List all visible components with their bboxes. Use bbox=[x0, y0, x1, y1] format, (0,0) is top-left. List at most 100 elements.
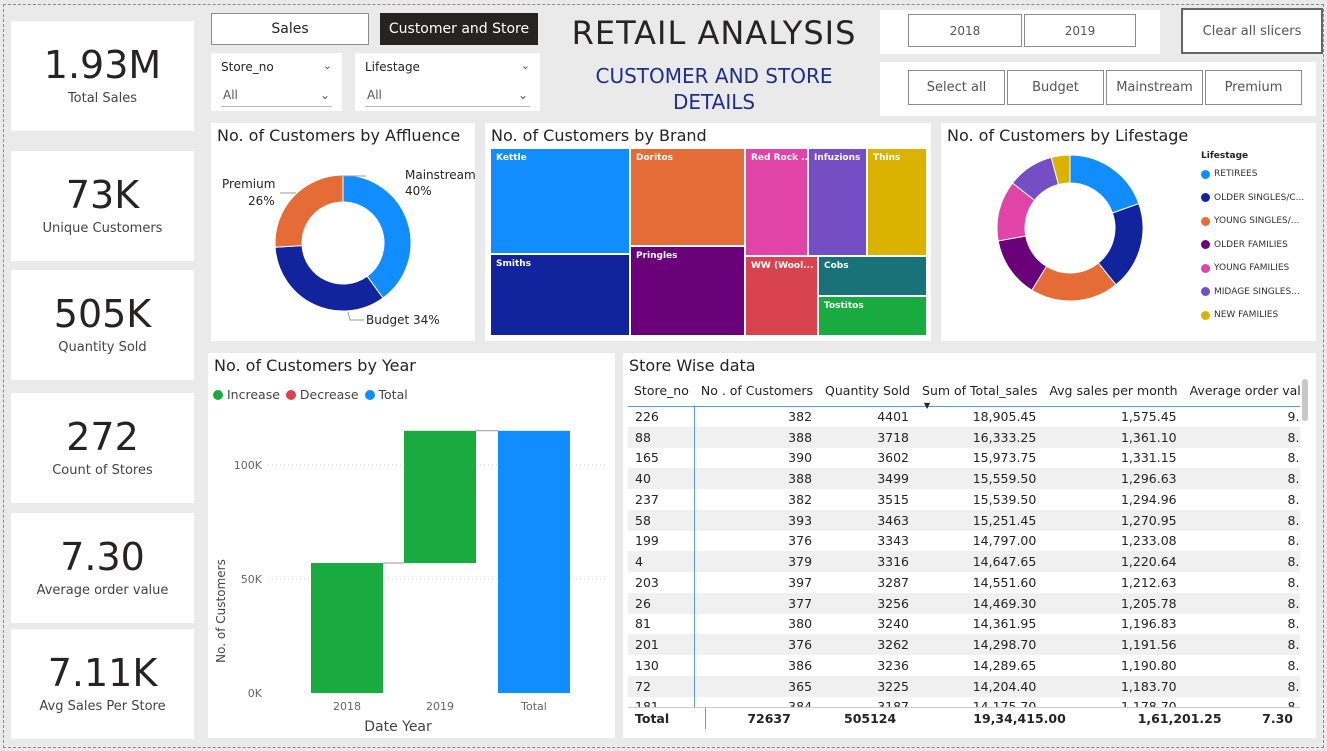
legend-color-icon bbox=[1201, 287, 1210, 296]
table-cell: 14,361.95 bbox=[972, 616, 1037, 632]
slicer-title: Lifestage bbox=[365, 60, 420, 74]
store-no-dropdown[interactable]: All ⌄ bbox=[221, 83, 332, 107]
sort-descending-icon: ▼ bbox=[924, 400, 931, 410]
legend-color-icon bbox=[1201, 193, 1210, 202]
total-cell: 1,61,201.25 bbox=[1072, 708, 1229, 729]
legend-item[interactable]: RETIREES bbox=[1201, 169, 1257, 179]
column-header[interactable]: Quantity Sold bbox=[819, 376, 916, 406]
legend-color-icon bbox=[1201, 169, 1210, 179]
table-cell: 72 bbox=[628, 675, 696, 697]
treemap-tile-cobs[interactable]: Cobs bbox=[819, 257, 926, 295]
table-cell: 377 bbox=[694, 592, 820, 614]
table-row[interactable]: 199 376 3343 14,797.00 1,233.08 8.77 bbox=[628, 530, 1300, 552]
affluence-donut-visual[interactable]: No. of Customers by Affluence Mainstream… bbox=[211, 123, 476, 341]
affluence-slice[interactable] bbox=[274, 245, 384, 312]
sales-page-button[interactable]: Sales bbox=[211, 13, 369, 45]
lifestage-donut-visual[interactable]: No. of Customers by Lifestage Lifestage … bbox=[941, 123, 1316, 341]
waterfall-bar[interactable] bbox=[404, 430, 476, 564]
treemap-tile-ww[interactable]: WW (Wool... bbox=[746, 257, 817, 335]
table-row[interactable]: 40388349915,559.501,296.638.82 bbox=[628, 468, 1300, 489]
chevron-down-icon: ⌄ bbox=[319, 87, 330, 102]
treemap-tile-tostitos[interactable]: Tostitos bbox=[819, 297, 926, 335]
table-row[interactable]: 237 382 3515 15,539.50 1,294.96 8.71 bbox=[628, 489, 1300, 510]
table-row[interactable]: 4379331614,647.651,220.648.73 bbox=[628, 551, 1300, 572]
table-cell: 1,233.08 bbox=[1120, 533, 1177, 549]
kpi-average-order-value[interactable]: 7.30 Average order value bbox=[11, 513, 194, 623]
x-tick-label: 2018 bbox=[333, 700, 361, 713]
chevron-down-icon[interactable]: ⌄ bbox=[521, 59, 530, 72]
customer-store-page-button[interactable]: Customer and Store bbox=[380, 13, 538, 45]
treemap-tile-infuzions[interactable]: Infuzions bbox=[809, 149, 866, 255]
lifestage-dropdown[interactable]: All ⌄ bbox=[365, 83, 530, 107]
table-cell: 14,797.00 bbox=[972, 533, 1037, 549]
affluence-slice[interactable] bbox=[274, 174, 344, 248]
mainstream-button[interactable]: Mainstream bbox=[1106, 70, 1203, 105]
table-row[interactable]: 201376326214,298.701,191.568.64 bbox=[628, 634, 1300, 655]
brand-treemap-visual[interactable]: No. of Customers by Brand Kettle Smiths … bbox=[485, 123, 931, 341]
table-row[interactable]: 203 397 3287 14,551.60 1,212.63 8.76 bbox=[628, 572, 1300, 593]
treemap-tile-thins[interactable]: Thins bbox=[868, 149, 926, 255]
table-row[interactable]: 165 390 3602 15,973.75 1,331.15 8.78 bbox=[628, 447, 1300, 469]
year-2019-button[interactable]: 2019 bbox=[1024, 14, 1136, 47]
legend-item[interactable]: YOUNG SINGLES/... bbox=[1201, 216, 1299, 226]
store-table-visual[interactable]: Store Wise data Store_no No . of Custome… bbox=[623, 353, 1316, 738]
x-tick-label: Total bbox=[520, 700, 547, 713]
table-row[interactable]: 226 382 4401 18,905.45 1,575.45 9.35 bbox=[628, 406, 1300, 427]
table-cell: 3602 bbox=[877, 450, 910, 466]
chevron-down-icon[interactable]: ⌄ bbox=[323, 59, 332, 72]
legend-item[interactable]: OLDER FAMILIES bbox=[1201, 240, 1288, 250]
treemap-tile-smiths[interactable]: Smiths bbox=[491, 255, 629, 335]
kpi-label: Total Sales bbox=[67, 91, 138, 107]
kpi-quantity-sold[interactable]: 505K Quantity Sold bbox=[11, 270, 194, 380]
year-2018-button[interactable]: 2018 bbox=[908, 14, 1022, 47]
legend-item[interactable]: NEW FAMILIES bbox=[1201, 310, 1278, 320]
treemap-tile-kettle[interactable]: Kettle bbox=[491, 149, 629, 253]
column-header-sorted[interactable]: Sum of Total_sales ▼ bbox=[916, 376, 1043, 409]
mainstream-pct-label: 40% bbox=[405, 184, 432, 198]
column-header[interactable]: No . of Customers bbox=[695, 376, 819, 406]
page-subtitle: CUSTOMER AND STORE DETAILS bbox=[548, 63, 880, 115]
legend-label: OLDER FAMILIES bbox=[1214, 239, 1288, 250]
table-cell: 1,294.96 bbox=[1120, 491, 1177, 507]
legend-item[interactable]: OLDER SINGLES/C... bbox=[1201, 193, 1304, 203]
clear-all-slicers-button[interactable]: Clear all slicers bbox=[1181, 8, 1323, 54]
treemap-tile-red-rock[interactable]: Red Rock ... bbox=[746, 149, 807, 255]
year-waterfall-visual[interactable]: No. of Customers by Year Increase Decrea… bbox=[208, 353, 615, 738]
column-header[interactable]: Avg sales per month bbox=[1043, 376, 1183, 406]
budget-button[interactable]: Budget bbox=[1007, 70, 1104, 105]
table-row[interactable]: 26377325614,469.301,205.788.82 bbox=[628, 592, 1300, 614]
lifestage-slicer[interactable]: Lifestage ⌄ All ⌄ bbox=[355, 53, 540, 111]
waterfall-bar[interactable] bbox=[498, 430, 570, 693]
legend-title: Lifestage bbox=[1201, 151, 1249, 161]
table-cell: 393 bbox=[694, 509, 820, 531]
budget-label: Budget 34% bbox=[366, 313, 440, 327]
table-row[interactable]: 72365322514,204.401,183.708.73 bbox=[628, 675, 1300, 697]
x-axis-label: Date Year bbox=[364, 719, 432, 735]
affluence-slice[interactable] bbox=[342, 174, 412, 299]
premium-label: Premium bbox=[222, 177, 276, 191]
lifestage-slice[interactable] bbox=[1069, 154, 1140, 214]
affluence-donut-chart bbox=[274, 174, 412, 321]
kpi-count-of-stores[interactable]: 272 Count of Stores bbox=[11, 393, 194, 503]
table-cell: 3240 bbox=[877, 616, 910, 632]
column-header[interactable]: Average order value bbox=[1184, 376, 1300, 406]
waterfall-bar[interactable] bbox=[311, 563, 383, 693]
table-row[interactable]: 81 380 3240 14,361.95 1,196.83 8.71 bbox=[628, 613, 1300, 635]
kpi-avg-sales-per-store[interactable]: 7.11K Avg Sales Per Store bbox=[11, 629, 194, 739]
table-row[interactable]: 88388371816,333.251,361.108.72 bbox=[628, 426, 1300, 448]
kpi-unique-customers[interactable]: 73K Unique Customers bbox=[11, 151, 194, 261]
treemap-tile-doritos[interactable]: Doritos bbox=[631, 149, 744, 245]
kpi-value: 1.93M bbox=[43, 42, 162, 87]
table-scrollbar[interactable] bbox=[1302, 379, 1308, 421]
table-row[interactable]: 58393346315,251.451,270.958.75 bbox=[628, 509, 1300, 531]
legend-item[interactable]: YOUNG FAMILIES bbox=[1201, 263, 1289, 273]
y-axis-label: No. of Customers bbox=[214, 559, 228, 663]
select-all-button[interactable]: Select all bbox=[908, 70, 1005, 105]
column-header[interactable]: Store_no bbox=[628, 376, 695, 406]
kpi-total-sales[interactable]: 1.93M Total Sales bbox=[11, 21, 194, 131]
table-row[interactable]: 130 386 3236 14,289.65 1,190.80 8.71 bbox=[628, 655, 1300, 676]
treemap-tile-pringles[interactable]: Pringles bbox=[631, 247, 744, 335]
premium-button[interactable]: Premium bbox=[1205, 70, 1302, 105]
store-no-slicer[interactable]: Store_no ⌄ All ⌄ bbox=[211, 53, 342, 111]
legend-item[interactable]: MIDAGE SINGLES... bbox=[1201, 287, 1300, 297]
